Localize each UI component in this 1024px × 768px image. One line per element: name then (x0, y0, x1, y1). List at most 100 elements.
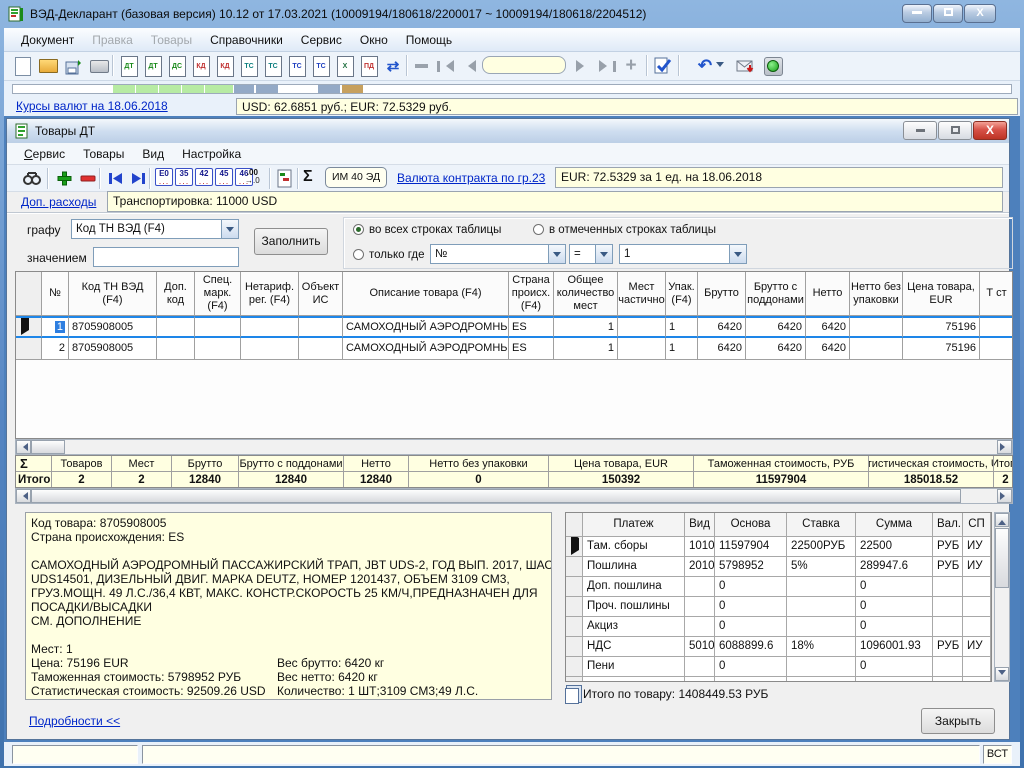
payment-row-2[interactable]: Пошлина 2010 5798952 5% 289947.6 РУБ ИУ (566, 557, 991, 577)
payment-cell[interactable] (963, 617, 991, 637)
goods-row-1[interactable]: 1 8705908005 САМОХОДНЫЙ АЭРОДРОМНЬ ES 1 1 6420… (16, 316, 1012, 338)
payment-row-4[interactable]: Проч. пошлины 0 0 (566, 597, 991, 617)
payment-cell[interactable]: 22500РУБ (787, 537, 856, 557)
payment-cell[interactable]: РУБ (933, 637, 963, 657)
payment-cell[interactable] (583, 677, 685, 681)
payment-cell[interactable] (933, 657, 963, 677)
goods-menu-item-0[interactable]: Сервис (15, 143, 74, 165)
extra-costs-link[interactable]: Доп. расходы (21, 195, 96, 209)
status-light-button[interactable] (762, 55, 784, 77)
payment-cell[interactable]: РУБ (933, 537, 963, 557)
payment-cell[interactable]: 0 (856, 597, 933, 617)
row-selector[interactable] (566, 557, 583, 577)
payment-cell[interactable] (787, 657, 856, 677)
goods-cell[interactable] (157, 316, 195, 338)
currency-rates-link[interactable]: Курсы валют на 18.06.2018 (16, 99, 168, 113)
send-mail-button[interactable] (734, 55, 756, 77)
payment-row-5[interactable]: Акциз 0 0 (566, 617, 991, 637)
goods-cell[interactable] (241, 316, 299, 338)
sync-button[interactable]: ⇄ (382, 55, 404, 77)
radio-only-where[interactable]: только где (353, 247, 425, 261)
goods-cell[interactable] (618, 338, 666, 360)
payment-cell[interactable] (933, 597, 963, 617)
nav-prev-button[interactable] (458, 55, 480, 77)
goods-cell[interactable]: 1 (666, 338, 698, 360)
row-selector[interactable] (16, 338, 42, 360)
goods-cell[interactable]: 6420 (746, 338, 806, 360)
sheet-segment-7[interactable] (256, 85, 278, 93)
payment-cell[interactable]: 0 (715, 597, 787, 617)
minimize-button[interactable] (902, 4, 932, 23)
menu-item-6[interactable]: Помощь (397, 29, 461, 51)
nav-last-button[interactable] (596, 55, 618, 77)
payment-cell[interactable] (685, 677, 715, 681)
sheet-segment-9[interactable] (342, 85, 363, 93)
scroll-right-button[interactable] (997, 440, 1012, 454)
payment-cell[interactable] (715, 677, 787, 681)
totals-h-scrollbar[interactable] (15, 488, 1013, 504)
graph-button-Е0[interactable]: Е0... (155, 168, 173, 186)
goods-first-button[interactable] (105, 167, 127, 189)
goods-row-2[interactable]: 2 8705908005 САМОХОДНЫЙ АЭРОДРОМНЬ ES 1 1 6420… (16, 338, 1012, 360)
scroll-right-button[interactable] (997, 489, 1012, 503)
payment-cell[interactable] (685, 657, 715, 677)
goods-cell[interactable]: САМОХОДНЫЙ АЭРОДРОМНЬ (343, 316, 509, 338)
export-button[interactable]: ↶ (694, 55, 716, 77)
nav-first-button[interactable] (434, 55, 456, 77)
goods-cell[interactable]: САМОХОДНЫЙ АЭРОДРОМНЬ (343, 338, 509, 360)
document-button-3[interactable]: ДС (166, 55, 188, 77)
goods-cell[interactable]: 1 (554, 316, 618, 338)
scroll-thumb[interactable] (995, 528, 1009, 588)
goods-cell[interactable]: 1 (554, 338, 618, 360)
payment-cell[interactable] (787, 677, 856, 681)
payment-cell[interactable]: ИУ (963, 637, 991, 657)
nav-next-button[interactable] (572, 55, 594, 77)
details-toggle-link[interactable]: Подробности << (29, 714, 120, 728)
payment-cell[interactable]: РУБ (933, 557, 963, 577)
sum-button[interactable]: Σ (303, 168, 313, 186)
sheet-segment-1[interactable] (113, 85, 135, 93)
payment-cell[interactable]: 0 (856, 577, 933, 597)
graph-button-35[interactable]: 35... (175, 168, 193, 186)
goods-last-button[interactable] (127, 167, 149, 189)
goods-cell[interactable] (195, 338, 241, 360)
scroll-up-button[interactable] (995, 513, 1009, 527)
goods-cell[interactable] (299, 316, 343, 338)
payment-cell[interactable] (685, 597, 715, 617)
where-operator-select[interactable]: = (569, 244, 613, 264)
document-button-6[interactable]: ТС (238, 55, 260, 77)
payment-cell[interactable] (685, 617, 715, 637)
goods-window-title-bar[interactable]: Товары ДТ X (7, 119, 1009, 144)
payment-cell[interactable] (787, 617, 856, 637)
decimals-button[interactable]: .00 →.0 (245, 168, 260, 185)
record-number-input[interactable] (482, 56, 566, 74)
goods-cell[interactable]: 6420 (806, 338, 850, 360)
title-bar[interactable]: ВЭД-Декларант (базовая версия) 10.12 от … (0, 0, 1024, 28)
find-button[interactable] (21, 167, 43, 189)
document-button-2[interactable]: ДТ (142, 55, 164, 77)
payment-cell[interactable] (787, 577, 856, 597)
close-goods-button[interactable]: Закрыть (921, 708, 995, 734)
payment-cell[interactable]: 1096001.93 (856, 637, 933, 657)
goods-menu-item-1[interactable]: Товары (74, 143, 133, 165)
payment-cell[interactable]: 0 (715, 577, 787, 597)
sheets-indicator-strip[interactable] (12, 84, 1012, 94)
payment-cell[interactable]: Там. сборы (583, 537, 685, 557)
goods-cell[interactable]: 1 (666, 316, 698, 338)
new-document-button[interactable] (12, 55, 34, 77)
sheet-segment-6[interactable] (234, 85, 254, 93)
goods-cell[interactable]: 8705908005 (69, 316, 157, 338)
scroll-left-button[interactable] (16, 440, 31, 454)
dropdown-button[interactable] (221, 220, 238, 238)
payments-v-scrollbar[interactable] (994, 512, 1010, 682)
payment-row-6[interactable]: НДС 5010 6088899.6 18% 1096001.93 РУБ ИУ (566, 637, 991, 657)
payment-cell[interactable]: 0 (856, 617, 933, 637)
print-button[interactable] (88, 55, 110, 77)
goods-cell[interactable] (299, 338, 343, 360)
payment-cell[interactable]: Пени (583, 657, 685, 677)
maximize-button[interactable] (933, 4, 963, 23)
payment-cell[interactable]: 2010 (685, 557, 715, 577)
document-button-10[interactable]: X (334, 55, 356, 77)
payment-row-3[interactable]: Доп. пошлина 0 0 (566, 577, 991, 597)
goods-cell[interactable] (241, 338, 299, 360)
